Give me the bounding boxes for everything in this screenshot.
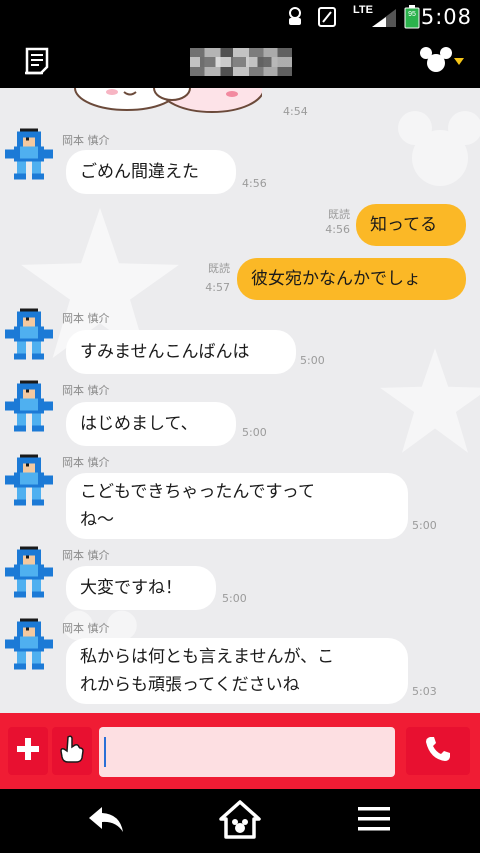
message-time: 5:00 <box>242 426 267 439</box>
read-receipt: 既読 <box>208 262 230 275</box>
plus-button[interactable] <box>8 727 48 775</box>
battery-percent: 95 <box>408 11 416 18</box>
message-input[interactable] <box>99 727 395 777</box>
status-bar: LTE 95 5:08 <box>0 0 480 34</box>
message-time: 4:56 <box>325 223 350 236</box>
note-icon[interactable] <box>22 46 52 80</box>
sender-name: 岡本 慎介 <box>62 384 110 397</box>
notification-icon <box>286 7 304 31</box>
background-mouse-icon <box>395 108 480 192</box>
message-bubble[interactable]: 大変ですね！ <box>66 566 216 610</box>
message-bubble[interactable]: すみませんこんばんは <box>66 330 296 374</box>
menu-icon <box>357 805 391 837</box>
sim-icon <box>318 7 336 31</box>
sender-name: 岡本 慎介 <box>62 312 110 325</box>
message-time: 5:00 <box>300 354 325 367</box>
avatar[interactable] <box>5 128 53 180</box>
sticker-button[interactable] <box>52 727 92 775</box>
input-bar <box>0 713 480 789</box>
blurred-name-stripe <box>190 57 292 67</box>
message-bubble[interactable]: こどもできちゃったんですって ね〜 <box>66 473 408 539</box>
text-caret <box>104 737 106 767</box>
back-arrow-icon <box>86 804 126 838</box>
message-time: 5:00 <box>412 519 437 532</box>
message-bubble[interactable]: はじめまして、 <box>66 402 236 446</box>
plus-icon <box>15 736 41 766</box>
chat-partner-name <box>190 48 292 76</box>
glove-hand-icon <box>57 734 87 768</box>
back-button[interactable] <box>82 801 130 841</box>
message-bubble-sent[interactable]: 知ってる <box>356 204 466 246</box>
phone-icon <box>423 734 453 768</box>
avatar[interactable] <box>5 454 53 506</box>
sender-name: 岡本 慎介 <box>62 622 110 635</box>
message-time: 4:54 <box>283 105 308 118</box>
home-icon <box>218 799 262 843</box>
mouse-head-menu-icon[interactable] <box>418 46 466 78</box>
menu-button[interactable] <box>350 801 398 841</box>
message-time: 4:57 <box>205 281 230 294</box>
chat-header <box>0 34 480 88</box>
message-time: 5:00 <box>222 592 247 605</box>
battery-icon <box>404 5 420 33</box>
message-time: 4:56 <box>242 177 267 190</box>
sender-name: 岡本 慎介 <box>62 456 110 469</box>
message-list[interactable]: 4:54 岡本 慎介 ごめん間違えた 4:56 既読 4:56 知ってる 既読 … <box>0 88 480 713</box>
read-receipt: 既読 <box>328 208 350 221</box>
message-bubble[interactable]: ごめん間違えた <box>66 150 236 194</box>
background-star-icon <box>380 348 480 457</box>
chat-screen: LTE 95 5:08 4:54 岡本 慎介 ごめん間違えた 4:56 既読 4… <box>0 0 480 853</box>
sender-name: 岡本 慎介 <box>62 549 110 562</box>
avatar[interactable] <box>5 308 53 360</box>
avatar[interactable] <box>5 618 53 670</box>
home-button[interactable] <box>216 799 264 843</box>
avatar[interactable] <box>5 380 53 432</box>
signal-icon <box>372 9 396 31</box>
navigation-bar <box>0 789 480 853</box>
sender-name: 岡本 慎介 <box>62 134 110 147</box>
sticker-message[interactable] <box>72 88 265 116</box>
message-bubble-sent[interactable]: 彼女宛かなんかでしょ <box>237 258 466 300</box>
message-time: 5:03 <box>412 685 437 698</box>
call-button[interactable] <box>406 727 470 775</box>
clock: 5:08 <box>420 5 472 29</box>
message-bubble[interactable]: 私からは何とも言えませんが、こ れからも頑張ってくださいね <box>66 638 408 704</box>
avatar[interactable] <box>5 546 53 598</box>
network-type: LTE <box>353 4 373 16</box>
